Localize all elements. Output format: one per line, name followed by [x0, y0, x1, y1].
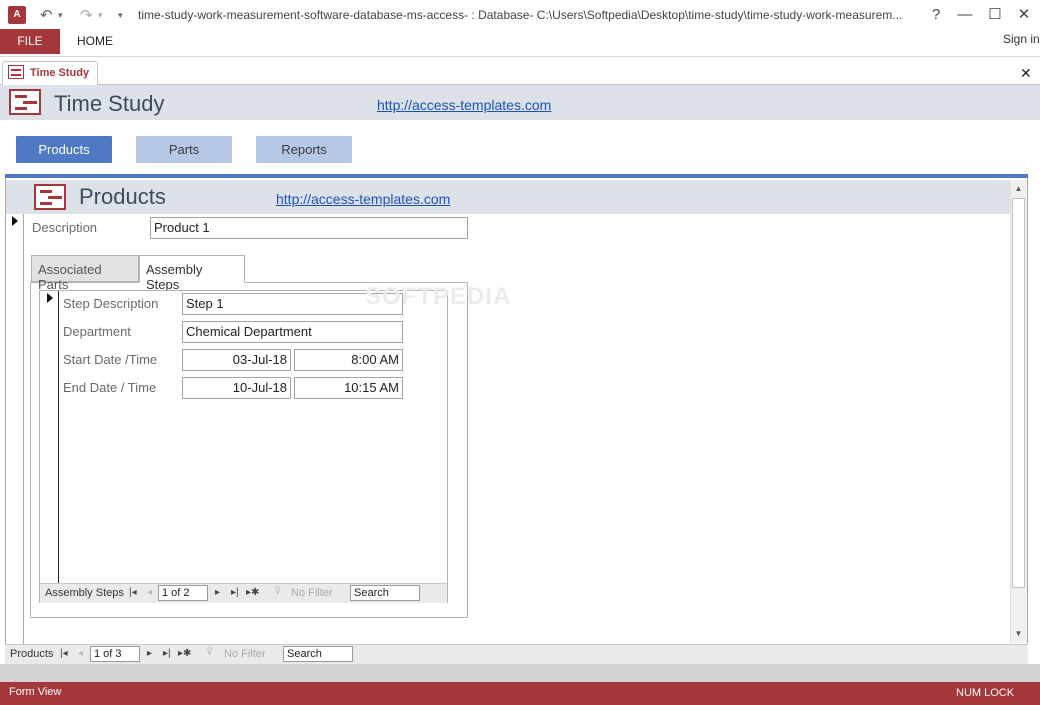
access-app-icon[interactable]: A [8, 6, 26, 24]
home-tab[interactable]: HOME [77, 34, 113, 48]
workspace-bottom-band [0, 664, 1040, 682]
record-selector-arrow-icon [47, 293, 53, 303]
end-time-field[interactable]: 10:15 AM [294, 377, 403, 399]
start-time-field[interactable]: 8:00 AM [294, 349, 403, 371]
form-icon [9, 89, 41, 115]
status-view-label: Form View [9, 686, 62, 698]
first-record-icon[interactable]: |◂ [60, 648, 68, 659]
document-tab-label: Time Study [30, 67, 90, 79]
step-record-selector[interactable] [40, 291, 59, 583]
start-date-time-label: Start Date /Time [63, 352, 158, 367]
main-form-title: Time Study [54, 91, 165, 116]
redo-icon[interactable]: ↷ [80, 6, 93, 24]
reports-nav-button[interactable]: Reports [256, 136, 352, 163]
products-form-link[interactable]: http://access-templates.com [276, 191, 450, 207]
document-tab-strip [0, 57, 1040, 85]
description-label: Description [32, 220, 98, 235]
steps-current-record-field[interactable]: 1 of 2 [158, 585, 208, 601]
last-record-icon[interactable]: ▸| [231, 587, 239, 598]
description-field[interactable]: Product 1 [150, 217, 468, 239]
record-selector-arrow-icon [12, 216, 18, 226]
products-search-field[interactable]: Search [283, 646, 353, 662]
record-selector[interactable] [6, 214, 24, 644]
next-record-icon[interactable]: ▸ [147, 648, 152, 659]
close-document-icon[interactable]: ✕ [1020, 65, 1032, 82]
products-no-filter-button[interactable]: No Filter [224, 648, 266, 660]
department-label: Department [63, 324, 131, 339]
scrollbar-thumb[interactable] [1012, 198, 1025, 588]
step-description-label: Step Description [63, 296, 159, 311]
scroll-down-icon[interactable]: ▼ [1012, 627, 1025, 641]
previous-record-icon[interactable]: ◂ [78, 648, 83, 659]
next-record-icon[interactable]: ▸ [215, 587, 220, 598]
products-nav-button[interactable]: Products [16, 136, 112, 163]
filter-icon[interactable]: ⊽ [206, 647, 213, 658]
tab-assembly-steps[interactable]: Assembly Steps [139, 255, 245, 292]
form-icon [8, 65, 24, 79]
help-button[interactable]: ? [921, 4, 951, 26]
department-field[interactable]: Chemical Department [182, 321, 403, 343]
status-bar [0, 682, 1040, 705]
close-window-button[interactable]: ✕ [1009, 4, 1039, 26]
end-date-time-label: End Date / Time [63, 380, 157, 395]
watermark: SOFTPEDIA [365, 283, 512, 310]
scroll-up-icon[interactable]: ▲ [1012, 182, 1025, 196]
previous-record-icon[interactable]: ◂ [147, 587, 152, 598]
redo-dropdown-icon[interactable]: ▾ [98, 10, 103, 21]
steps-navbar-label: Assembly Steps [45, 587, 124, 599]
maximize-button[interactable]: ☐ [980, 4, 1010, 26]
main-form-link[interactable]: http://access-templates.com [377, 97, 551, 113]
minimize-button[interactable]: — [950, 4, 980, 26]
start-date-field[interactable]: 03-Jul-18 [182, 349, 291, 371]
products-form-title: Products [79, 184, 166, 209]
parts-nav-button[interactable]: Parts [136, 136, 232, 163]
products-navigation-bar [5, 644, 1028, 664]
customize-qat-icon[interactable]: ▾ [118, 10, 123, 21]
window-title: time-study-work-measurement-software-dat… [138, 8, 903, 22]
products-current-record-field[interactable]: 1 of 3 [90, 646, 140, 662]
steps-no-filter-button[interactable]: No Filter [291, 587, 333, 599]
first-record-icon[interactable]: |◂ [129, 587, 137, 598]
filter-icon[interactable]: ⊽ [274, 586, 281, 597]
tab-associated-parts[interactable]: Associated Parts [31, 255, 139, 292]
end-date-field[interactable]: 10-Jul-18 [182, 377, 291, 399]
form-icon [34, 184, 66, 210]
steps-search-field[interactable]: Search [350, 585, 420, 601]
products-navbar-label: Products [10, 648, 54, 660]
file-tab[interactable]: FILE [0, 29, 60, 54]
sign-in-link[interactable]: Sign in [1003, 32, 1040, 46]
status-num-lock: NUM LOCK [956, 687, 1015, 699]
new-record-icon[interactable]: ▸✱ [178, 648, 191, 659]
new-record-icon[interactable]: ▸✱ [246, 587, 259, 598]
undo-dropdown-icon[interactable]: ▾ [58, 10, 63, 21]
last-record-icon[interactable]: ▸| [163, 648, 171, 659]
undo-icon[interactable]: ↶ [40, 6, 53, 24]
